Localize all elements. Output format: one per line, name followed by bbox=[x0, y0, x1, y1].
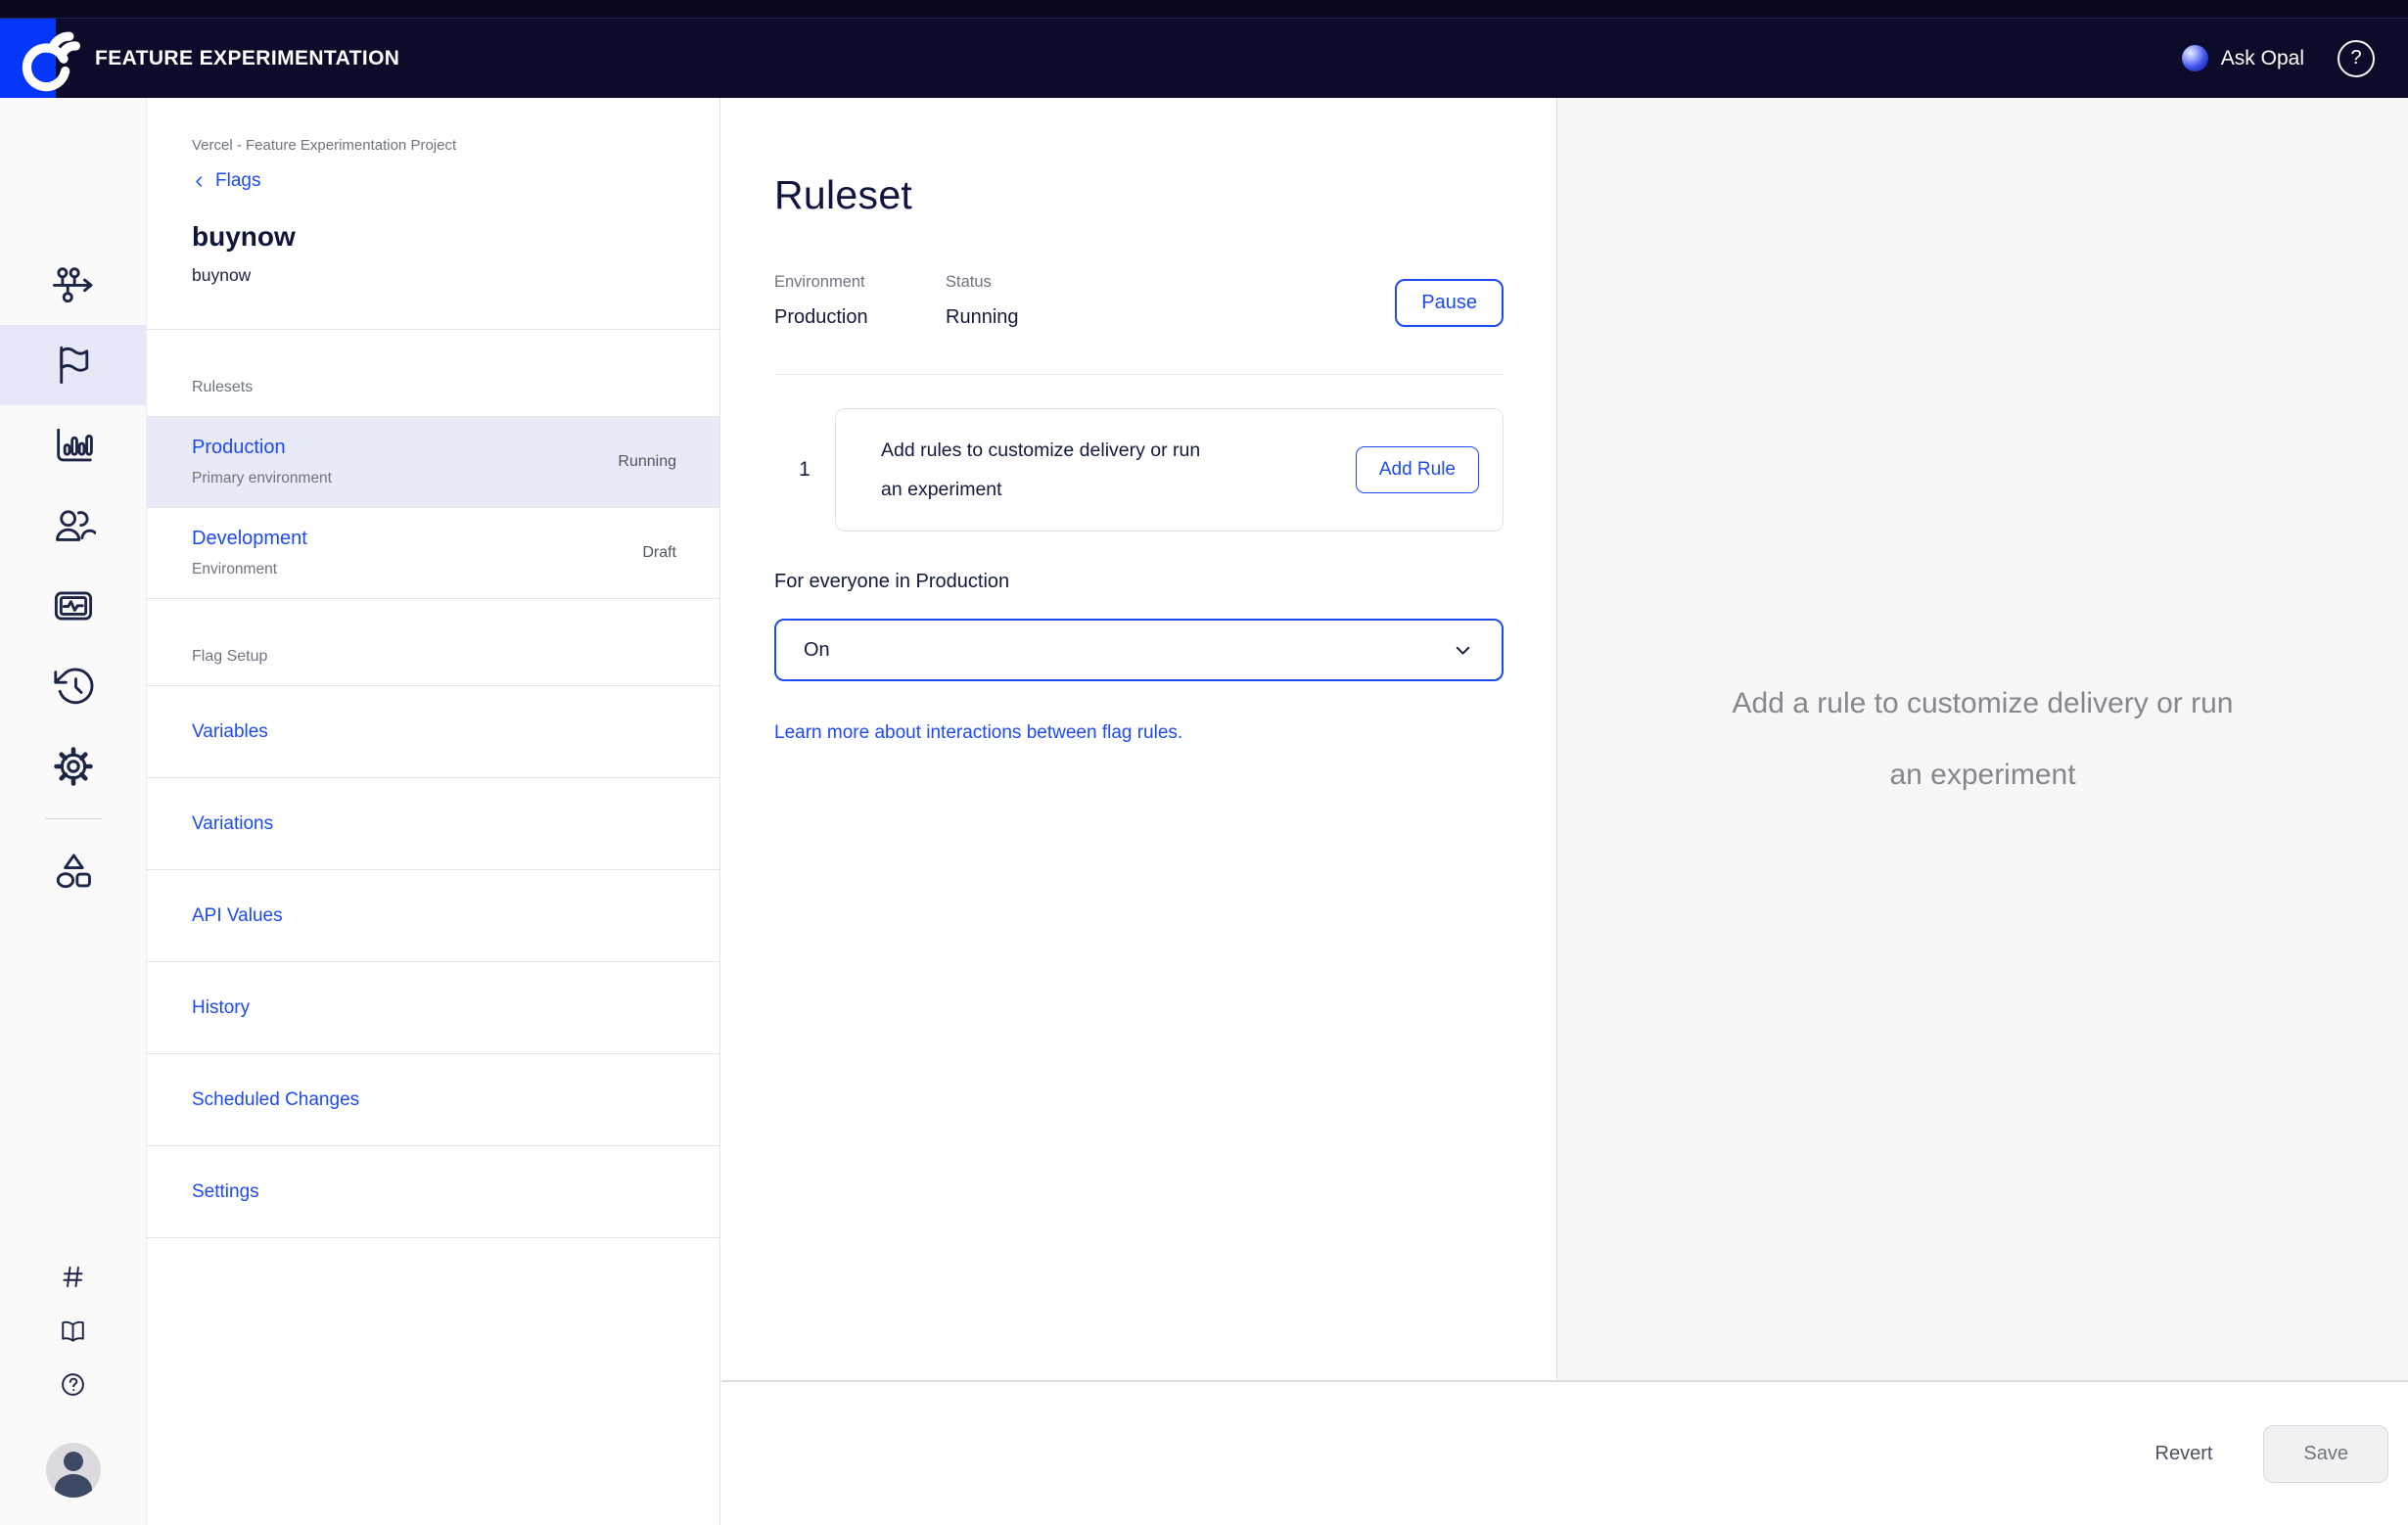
ruleset-title: Ruleset bbox=[774, 172, 1504, 218]
rulesets-list: Production Primary environment Running D… bbox=[147, 416, 719, 599]
bar-chart-icon bbox=[51, 423, 96, 468]
nav-flags[interactable] bbox=[0, 325, 146, 405]
nav-settings[interactable] bbox=[0, 726, 146, 807]
ruleset-row-development[interactable]: Development Environment Draft bbox=[147, 508, 719, 599]
audiences-icon bbox=[51, 503, 96, 548]
ruleset-production-link[interactable]: Production bbox=[192, 437, 286, 458]
user-avatar[interactable] bbox=[46, 1443, 101, 1498]
ruleset-production-description: Primary environment bbox=[192, 470, 332, 487]
pause-button[interactable]: Pause bbox=[1395, 279, 1504, 327]
nav-events[interactable] bbox=[0, 566, 146, 646]
help-circle-icon bbox=[59, 1370, 87, 1399]
flag-setup-item-scheduled-changes[interactable]: Scheduled Changes bbox=[147, 1054, 719, 1146]
nav-help[interactable] bbox=[0, 1358, 146, 1411]
flag-side-panel: Vercel - Feature Experimentation Project… bbox=[147, 98, 720, 1525]
flag-setup-list: Variables Variations API Values History … bbox=[147, 685, 719, 1238]
chevron-down-icon bbox=[1452, 639, 1474, 662]
book-icon bbox=[59, 1317, 87, 1345]
audience-label: For everyone in Production bbox=[774, 571, 1504, 593]
gear-icon bbox=[51, 744, 96, 789]
nav-history[interactable] bbox=[0, 646, 146, 726]
ruleset-development-description: Environment bbox=[192, 561, 307, 578]
add-rule-button[interactable]: Add Rule bbox=[1356, 446, 1479, 493]
ruleset-development-link[interactable]: Development bbox=[192, 528, 307, 549]
status-label: Status bbox=[946, 273, 1117, 292]
opal-orb-icon bbox=[2182, 45, 2208, 71]
nav-audiences[interactable] bbox=[0, 485, 146, 566]
status-value: Running bbox=[946, 306, 1117, 329]
hash-icon bbox=[59, 1263, 87, 1291]
environment-label: Environment bbox=[774, 273, 946, 292]
action-footer: Revert Save bbox=[721, 1380, 2408, 1525]
ask-opal-label: Ask Opal bbox=[2221, 47, 2304, 70]
rule-number: 1 bbox=[774, 458, 835, 482]
project-breadcrumb: Vercel - Feature Experimentation Project bbox=[192, 137, 674, 154]
back-to-flags-label: Flags bbox=[215, 170, 260, 192]
nav-experiments[interactable] bbox=[0, 245, 146, 325]
flag-toggle-select[interactable]: On bbox=[774, 619, 1504, 681]
back-to-flags-link[interactable]: Flags bbox=[192, 170, 260, 192]
optimizely-logo-icon bbox=[8, 27, 92, 92]
rule-row: 1 Add rules to customize delivery or run… bbox=[774, 408, 1504, 531]
monitor-pulse-icon bbox=[51, 583, 96, 628]
window-top-strip bbox=[0, 0, 2408, 18]
ruleset-row-production[interactable]: Production Primary environment Running bbox=[147, 417, 719, 508]
nav-components[interactable] bbox=[0, 831, 146, 911]
flag-key: buynow bbox=[192, 265, 674, 286]
flag-icon bbox=[51, 343, 96, 388]
flag-setup-section-label: Flag Setup bbox=[147, 599, 719, 685]
flag-title: buynow bbox=[192, 221, 674, 253]
help-button[interactable] bbox=[2338, 40, 2375, 77]
sidebar-divider bbox=[45, 818, 102, 819]
rule-placeholder-box: Add rules to customize delivery or run a… bbox=[835, 408, 1504, 531]
flag-setup-item-history[interactable]: History bbox=[147, 962, 719, 1054]
rule-placeholder-text: Add rules to customize delivery or run a… bbox=[881, 431, 1219, 509]
learn-more-link[interactable]: Learn more about interactions between fl… bbox=[774, 722, 1182, 744]
history-icon bbox=[51, 664, 96, 709]
ruleset-production-status: Running bbox=[618, 453, 676, 471]
flag-setup-item-settings[interactable]: Settings bbox=[147, 1146, 719, 1238]
nav-shortcuts[interactable] bbox=[0, 1250, 146, 1304]
empty-state-message: Add a rule to customize delivery or run … bbox=[1716, 668, 2249, 811]
product-title: FEATURE EXPERIMENTATION bbox=[95, 47, 399, 70]
ruleset-development-status: Draft bbox=[642, 544, 676, 562]
app-header: FEATURE EXPERIMENTATION Ask Opal bbox=[0, 18, 2408, 98]
ruleset-meta: Environment Production Status Running Pa… bbox=[774, 273, 1504, 329]
icon-sidebar bbox=[0, 98, 147, 1525]
revert-button[interactable]: Revert bbox=[2155, 1443, 2213, 1465]
chevron-left-icon bbox=[192, 174, 207, 189]
header-actions: Ask Opal bbox=[2182, 40, 2408, 77]
ask-opal-button[interactable]: Ask Opal bbox=[2182, 45, 2304, 71]
flag-toggle-value: On bbox=[804, 639, 830, 662]
flag-setup-item-variations[interactable]: Variations bbox=[147, 778, 719, 870]
save-button[interactable]: Save bbox=[2263, 1425, 2388, 1483]
flag-setup-item-variables[interactable]: Variables bbox=[147, 686, 719, 778]
shapes-icon bbox=[51, 849, 96, 894]
rulesets-section-label: Rulesets bbox=[147, 330, 719, 416]
flag-setup-item-api-values[interactable]: API Values bbox=[147, 870, 719, 962]
timeline-icon bbox=[51, 262, 96, 307]
rule-empty-state-panel: Add a rule to customize delivery or run … bbox=[1556, 98, 2408, 1380]
ruleset-divider bbox=[774, 374, 1504, 375]
nav-reports[interactable] bbox=[0, 405, 146, 485]
environment-value: Production bbox=[774, 306, 946, 329]
nav-docs[interactable] bbox=[0, 1304, 146, 1358]
ruleset-panel: Ruleset Environment Production Status Ru… bbox=[721, 98, 1556, 1380]
